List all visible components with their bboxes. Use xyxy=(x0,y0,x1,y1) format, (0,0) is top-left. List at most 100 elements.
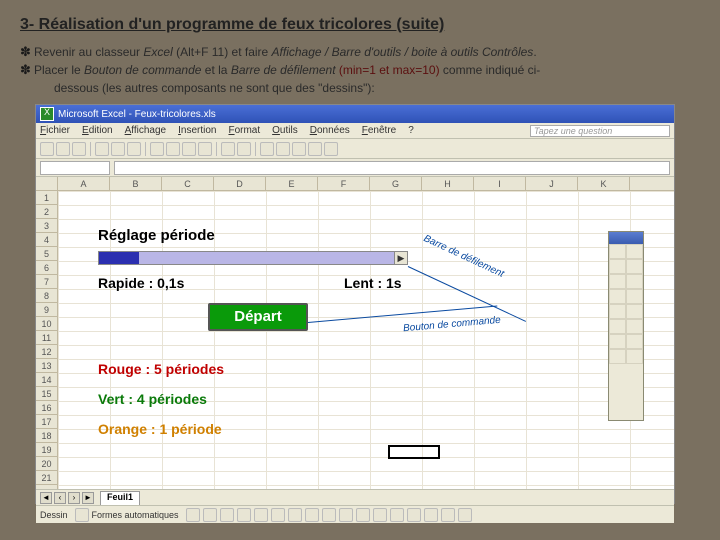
row-h[interactable]: 6 xyxy=(36,261,57,275)
draw-menu[interactable]: Dessin xyxy=(40,510,72,520)
textbox-draw-icon[interactable] xyxy=(254,508,268,522)
row-h[interactable]: 4 xyxy=(36,233,57,247)
row-h[interactable]: 18 xyxy=(36,429,57,443)
copy-icon[interactable] xyxy=(166,142,180,156)
wordart-icon[interactable] xyxy=(271,508,285,522)
open-icon[interactable] xyxy=(56,142,70,156)
sort-desc-icon[interactable] xyxy=(308,142,322,156)
col-K[interactable]: K xyxy=(578,177,630,190)
row-h[interactable]: 12 xyxy=(36,345,57,359)
sheet-tab[interactable]: Feuil1 xyxy=(100,491,140,505)
row-h[interactable]: 21 xyxy=(36,471,57,485)
col-H[interactable]: H xyxy=(422,177,474,190)
spin-button-icon[interactable] xyxy=(609,319,626,334)
picture-icon[interactable] xyxy=(322,508,336,522)
row-h[interactable]: 11 xyxy=(36,331,57,345)
depart-button[interactable]: Départ xyxy=(208,303,308,331)
line-color-icon[interactable] xyxy=(356,508,370,522)
hyperlink-icon[interactable] xyxy=(260,142,274,156)
sum-icon[interactable] xyxy=(276,142,290,156)
format-painter-icon[interactable] xyxy=(198,142,212,156)
name-box[interactable] xyxy=(40,161,110,175)
diagram-icon[interactable] xyxy=(288,508,302,522)
select-objects-icon[interactable] xyxy=(75,508,89,522)
autoshapes-menu[interactable]: Formes automatiques xyxy=(92,510,183,520)
menu-donnees[interactable]: Données xyxy=(310,125,350,136)
prev-sheet-icon[interactable]: ‹ xyxy=(54,492,66,504)
menu-help[interactable]: ? xyxy=(408,125,414,136)
controls-toolbox[interactable] xyxy=(608,231,644,421)
menu-format[interactable]: Format xyxy=(228,125,260,136)
scrollbar-thumb[interactable] xyxy=(99,252,139,264)
clipart-icon[interactable] xyxy=(305,508,319,522)
new-icon[interactable] xyxy=(40,142,54,156)
paste-icon[interactable] xyxy=(182,142,196,156)
row-h[interactable]: 17 xyxy=(36,415,57,429)
label-icon[interactable] xyxy=(609,334,626,349)
next-sheet-icon[interactable]: › xyxy=(68,492,80,504)
row-h[interactable]: 9 xyxy=(36,303,57,317)
worksheet[interactable]: A B C D E F G H I J K 1 2 3 4 5 6 7 8 9 … xyxy=(36,177,674,489)
sort-asc-icon[interactable] xyxy=(292,142,306,156)
menu-edition[interactable]: Edition xyxy=(82,125,113,136)
drawing-toolbar[interactable]: Dessin Formes automatiques xyxy=(36,505,674,523)
combobox-icon[interactable] xyxy=(609,304,626,319)
first-sheet-icon[interactable]: ◄ xyxy=(40,492,52,504)
undo-icon[interactable] xyxy=(221,142,235,156)
toggle-button-icon[interactable] xyxy=(626,304,643,319)
row-h[interactable]: 19 xyxy=(36,443,57,457)
row-h[interactable]: 15 xyxy=(36,387,57,401)
standard-toolbar[interactable] xyxy=(36,139,674,159)
col-B[interactable]: B xyxy=(110,177,162,190)
row-h[interactable]: 5 xyxy=(36,247,57,261)
fill-color-icon[interactable] xyxy=(339,508,353,522)
row-h[interactable]: 3 xyxy=(36,219,57,233)
scrollbar-icon[interactable] xyxy=(626,319,643,334)
formula-input[interactable] xyxy=(114,161,670,175)
more-controls-icon[interactable] xyxy=(609,349,626,364)
oval-icon[interactable] xyxy=(237,508,251,522)
redo-icon[interactable] xyxy=(237,142,251,156)
rectangle-icon[interactable] xyxy=(220,508,234,522)
menu-insertion[interactable]: Insertion xyxy=(178,125,216,136)
spell-icon[interactable] xyxy=(127,142,141,156)
row-h[interactable]: 13 xyxy=(36,359,57,373)
row-h[interactable]: 14 xyxy=(36,373,57,387)
last-sheet-icon[interactable]: ► xyxy=(82,492,94,504)
image-icon[interactable] xyxy=(626,334,643,349)
cut-icon[interactable] xyxy=(150,142,164,156)
active-cell[interactable] xyxy=(388,445,440,459)
design-mode-icon[interactable] xyxy=(609,244,626,259)
3d-icon[interactable] xyxy=(458,508,472,522)
properties-icon[interactable] xyxy=(626,244,643,259)
dash-style-icon[interactable] xyxy=(407,508,421,522)
help-search[interactable]: Tapez une question xyxy=(530,125,670,137)
col-G[interactable]: G xyxy=(370,177,422,190)
menu-outils[interactable]: Outils xyxy=(272,125,298,136)
shadow-icon[interactable] xyxy=(441,508,455,522)
row-h[interactable]: 1 xyxy=(36,191,57,205)
checkbox-icon[interactable] xyxy=(626,259,643,274)
col-E[interactable]: E xyxy=(266,177,318,190)
col-D[interactable]: D xyxy=(214,177,266,190)
row-h[interactable]: 7 xyxy=(36,275,57,289)
menu-fichier[interactable]: Fichier xyxy=(40,125,70,136)
menu-fenetre[interactable]: Fenêtre xyxy=(362,125,396,136)
menu-affichage[interactable]: Affichage xyxy=(125,125,167,136)
line-icon[interactable] xyxy=(186,508,200,522)
font-color-icon[interactable] xyxy=(373,508,387,522)
col-A[interactable]: A xyxy=(58,177,110,190)
row-h[interactable]: 10 xyxy=(36,317,57,331)
col-I[interactable]: I xyxy=(474,177,526,190)
cells[interactable]: Réglage période ▶ Rapide : 0,1s Lent : 1… xyxy=(58,191,674,489)
row-h[interactable]: 20 xyxy=(36,457,57,471)
scrollbar-arrow-icon[interactable]: ▶ xyxy=(394,252,407,264)
row-h[interactable]: 16 xyxy=(36,401,57,415)
col-J[interactable]: J xyxy=(526,177,578,190)
view-code-icon[interactable] xyxy=(609,259,626,274)
toolbox-titlebar[interactable] xyxy=(609,232,643,244)
save-icon[interactable] xyxy=(72,142,86,156)
print-icon[interactable] xyxy=(95,142,109,156)
arrow-style-icon[interactable] xyxy=(424,508,438,522)
arrow-icon[interactable] xyxy=(203,508,217,522)
